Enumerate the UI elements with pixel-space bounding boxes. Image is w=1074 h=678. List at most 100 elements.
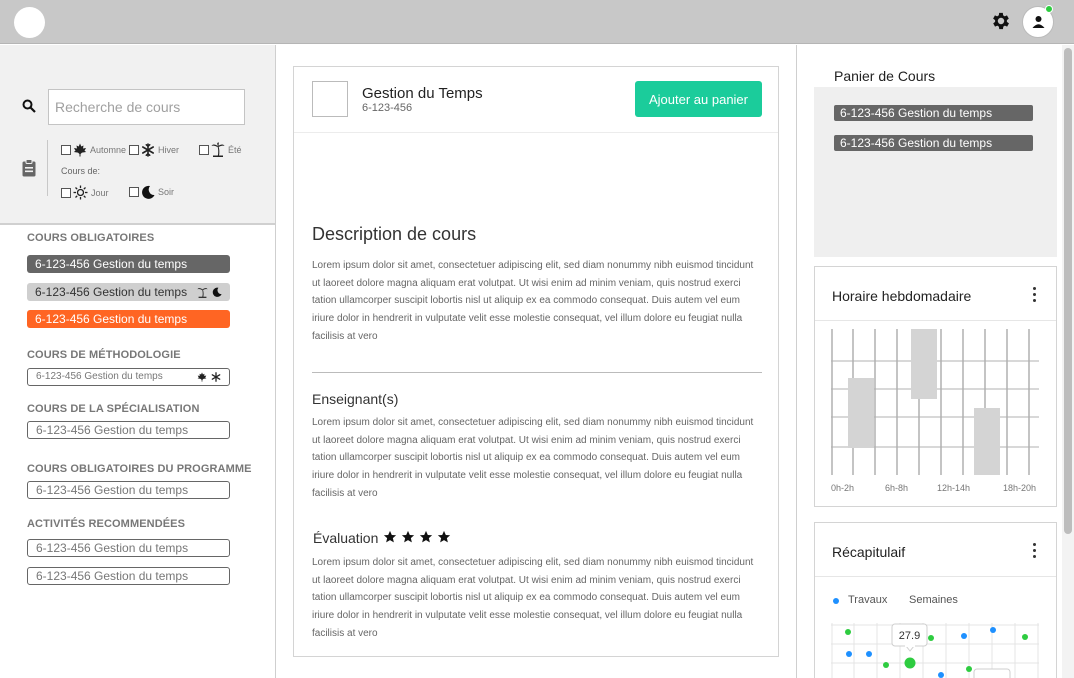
search-icon bbox=[22, 99, 36, 113]
checkbox[interactable] bbox=[129, 145, 139, 155]
header-divider bbox=[294, 132, 778, 133]
filter-soir[interactable]: Soir bbox=[129, 185, 174, 199]
filter-ete[interactable]: Été bbox=[199, 142, 242, 157]
course-thumbnail bbox=[312, 81, 348, 117]
legend-semaines: Semaines bbox=[909, 594, 958, 606]
star-icon bbox=[401, 530, 415, 543]
filter-automne[interactable]: Automne bbox=[61, 143, 126, 157]
filter-divider bbox=[47, 140, 48, 196]
summary-card: Récapitulaif Travaux Semaines 27.9 bbox=[814, 522, 1057, 678]
star-icon bbox=[419, 530, 433, 543]
user-icon bbox=[1032, 16, 1045, 28]
course-pill[interactable]: 6-123-456 Gestion du temps bbox=[27, 539, 230, 557]
course-pill[interactable]: 6-123-456 Gestion du temps bbox=[27, 567, 230, 585]
moon-icon bbox=[141, 185, 155, 199]
scatter-tooltip: 27.9 bbox=[891, 623, 928, 652]
add-to-cart-button[interactable]: Ajouter au panier bbox=[635, 81, 762, 117]
cart-panel: Panier de Cours 6-123-456 Gestion du tem… bbox=[814, 45, 1057, 257]
scrollbar-thumb[interactable] bbox=[1064, 48, 1072, 534]
summary-scatter: 27.9 bbox=[831, 623, 1039, 678]
cart-item-label: 6-123-456 Gestion du temps bbox=[840, 106, 993, 120]
course-pill[interactable]: 6-123-456 Gestion du temps bbox=[27, 255, 230, 273]
cart-title: Panier de Cours bbox=[834, 68, 936, 84]
kebab-menu-icon[interactable] bbox=[1033, 287, 1037, 305]
legend-dot bbox=[833, 598, 839, 604]
description-text: Lorem ipsum dolor sit amet, consectetuer… bbox=[312, 260, 754, 342]
section-title-obligatoires-programme: COURS OBLIGATOIRES DU PROGRAMME bbox=[27, 463, 252, 475]
schedule-block[interactable] bbox=[911, 329, 937, 399]
checkbox[interactable] bbox=[61, 187, 71, 198]
filter-label: Été bbox=[228, 144, 242, 155]
section-title-activites-recommandees: ACTIVITÉS RECOMMENDÉES bbox=[27, 518, 186, 530]
checkbox[interactable] bbox=[129, 187, 139, 197]
schedule-x-label: 0h-2h bbox=[831, 483, 855, 493]
course-detail-card: Gestion du Temps 6-123-456 Ajouter au pa… bbox=[293, 66, 779, 657]
teachers-heading: Enseignant(s) bbox=[312, 391, 399, 407]
course-pill[interactable]: 6-123-456 Gestion du temps bbox=[27, 283, 230, 301]
palm-tree-icon bbox=[211, 142, 225, 157]
evaluation-text: Lorem ipsum dolor sit amet, consectetuer… bbox=[312, 557, 754, 639]
schedule-x-label: 12h-14h bbox=[937, 483, 971, 493]
sun-icon bbox=[73, 185, 88, 200]
section-title-methodologie: COURS DE MÉTHODOLOGIE bbox=[27, 349, 181, 361]
filter-area: Automne Hiver Été bbox=[0, 45, 275, 225]
tooltip-value: 27.9 bbox=[899, 630, 920, 642]
section-title-cours-obligatoires: COURS OBLIGATOIRES bbox=[27, 232, 155, 244]
checkbox[interactable] bbox=[199, 144, 209, 155]
filter-label: Hiver bbox=[158, 145, 180, 155]
legend-travaux: Travaux bbox=[848, 594, 888, 606]
maple-leaf-icon bbox=[197, 372, 207, 382]
schedule-block[interactable] bbox=[848, 378, 874, 448]
star-icon bbox=[437, 530, 451, 543]
gear-icon[interactable] bbox=[990, 10, 1012, 32]
filter-label: Automne bbox=[90, 145, 127, 155]
description-heading: Description de cours bbox=[312, 224, 477, 244]
filter-jour[interactable]: Jour bbox=[61, 185, 109, 200]
cours-de-label: Cours de: bbox=[61, 166, 101, 176]
course-pill[interactable]: 6-123-456 Gestion du temps bbox=[27, 368, 230, 386]
schedule-card: Horaire hebdomadaire 0h-2h 6h-8h 12h-14h… bbox=[814, 266, 1057, 507]
online-status-dot bbox=[1045, 5, 1053, 13]
course-pill[interactable]: 6-123-456 Gestion du temps bbox=[27, 481, 230, 499]
cart-item[interactable]: 6-123-456 Gestion du temps bbox=[834, 135, 1033, 151]
course-pill-label: 6-123-456 Gestion du temps bbox=[36, 371, 163, 382]
card-divider bbox=[815, 576, 1056, 577]
palm-tree-icon bbox=[197, 288, 208, 298]
course-pill-label: 6-123-456 Gestion du temps bbox=[36, 541, 189, 555]
schedule-grid bbox=[831, 329, 1039, 475]
clipboard-icon bbox=[22, 159, 36, 177]
course-pill-selected[interactable]: 6-123-456 Gestion du temps bbox=[27, 310, 230, 328]
scatter-tooltip-partial bbox=[973, 668, 1011, 678]
cart-item-label: 6-123-456 Gestion du temps bbox=[840, 136, 993, 150]
search-input[interactable] bbox=[48, 89, 245, 125]
course-code: 6-123-456 bbox=[362, 102, 413, 114]
schedule-x-label: 6h-8h bbox=[885, 483, 909, 493]
section-divider bbox=[312, 372, 762, 373]
schedule-x-label: 18h-20h bbox=[1003, 483, 1037, 493]
logo[interactable] bbox=[14, 7, 45, 38]
schedule-title: Horaire hebdomadaire bbox=[832, 288, 972, 304]
star-icon bbox=[383, 530, 397, 543]
cart-body: 6-123-456 Gestion du temps 6-123-456 Ges… bbox=[814, 87, 1057, 257]
snowflake-icon bbox=[211, 372, 221, 382]
cart-item[interactable]: 6-123-456 Gestion du temps bbox=[834, 105, 1033, 121]
course-pill-label: 6-123-456 Gestion du temps bbox=[35, 285, 188, 299]
left-sidebar: Automne Hiver Été bbox=[0, 45, 276, 678]
top-bar bbox=[0, 0, 1074, 44]
course-pill-label: 6-123-456 Gestion du temps bbox=[36, 423, 189, 437]
rating-stars bbox=[383, 530, 451, 544]
filter-hiver[interactable]: Hiver bbox=[129, 143, 179, 157]
course-pill-label: 6-123-456 Gestion du temps bbox=[35, 257, 188, 271]
checkbox[interactable] bbox=[61, 145, 71, 155]
summary-title: Récapitulaif bbox=[832, 544, 906, 560]
course-pill[interactable]: 6-123-456 Gestion du temps bbox=[27, 421, 230, 439]
kebab-menu-icon[interactable] bbox=[1033, 543, 1037, 561]
course-pill-label: 6-123-456 Gestion du temps bbox=[36, 569, 189, 583]
course-pill-label: 6-123-456 Gestion du temps bbox=[36, 483, 189, 497]
filter-label: Soir bbox=[158, 187, 175, 197]
schedule-block[interactable] bbox=[974, 408, 1000, 475]
course-name: Gestion du Temps bbox=[362, 85, 483, 102]
card-divider bbox=[815, 320, 1056, 321]
moon-icon bbox=[212, 287, 222, 297]
maple-leaf-icon bbox=[73, 143, 87, 157]
